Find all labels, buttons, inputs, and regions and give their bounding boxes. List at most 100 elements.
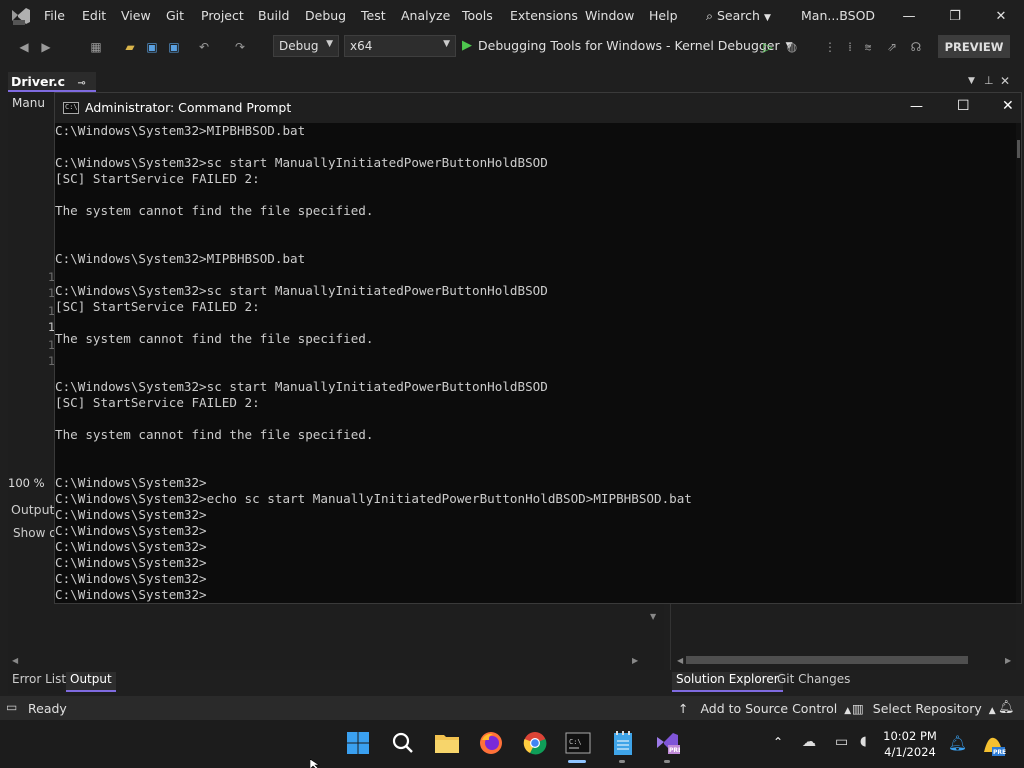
visual-studio-logo-icon[interactable] [10,6,32,26]
start-without-debugging-icon[interactable]: ▷ [760,39,776,55]
close-icon[interactable]: ✕ [1000,74,1010,88]
visual-studio-icon[interactable]: PRE [652,728,682,758]
chrome-icon[interactable] [520,728,550,758]
step-icon[interactable]: ⋮ [822,39,838,55]
menu-help[interactable]: Help [649,8,678,23]
new-project-icon[interactable]: ▦ [88,39,104,55]
notification-bell-icon[interactable]: 🔔︎ [948,734,967,752]
zoom-level[interactable]: 100 % [8,476,45,490]
search-label: Search [717,8,760,23]
console-line: C:\Windows\System32> [55,475,207,490]
tab-solution-explorer[interactable]: Solution Explorer [672,672,783,692]
cmd-window-title: Administrator: Command Prompt [85,100,292,115]
select-repository-button[interactable]: ▥ Select Repository ▲ [852,701,996,716]
console-line: C:\Windows\System32> [55,571,207,586]
output-panel [8,604,664,670]
tab-git-changes[interactable]: Git Changes [773,672,854,692]
format-icon[interactable]: ⩬ [860,39,876,55]
clock-time: 10:02 PM [883,729,937,743]
maximize-icon[interactable]: ☐ [957,98,970,114]
start-debugging-button[interactable]: ▶ Debugging Tools for Windows - Kernel D… [462,38,793,53]
file-explorer-icon[interactable] [432,728,462,758]
preview-badge[interactable]: PREVIEW [938,35,1010,58]
console-scrollbar-thumb[interactable] [1017,140,1020,158]
menu-file[interactable]: File [44,8,65,23]
menu-analyze[interactable]: Analyze [401,8,450,23]
console-line: C:\Windows\System32> [55,507,207,522]
hot-reload-icon[interactable]: ◍ [784,39,800,55]
add-to-source-control-button[interactable]: ↑ Add to Source Control ▲ [678,701,851,716]
notifications-bell-icon[interactable]: 🔔︎ [998,700,1015,715]
share-icon[interactable]: ⇗ [884,39,900,55]
redo-icon[interactable]: ↷ [232,39,248,55]
save-all-icon[interactable]: ▣ [166,39,182,55]
terminal-icon[interactable]: C:\ [563,728,593,758]
restore-icon[interactable]: ❐ [932,0,978,32]
status-ready: Ready [28,701,67,716]
tab-output[interactable]: Output [66,672,116,692]
breakpoint-icon[interactable]: ⁞ [842,39,858,55]
tab-error-list[interactable]: Error List [8,672,70,692]
back-icon[interactable]: ◀ [16,39,32,55]
copilot-preview-icon[interactable]: PRE [980,732,1006,761]
forward-icon[interactable]: ▶ [38,39,54,55]
close-icon[interactable]: ✕ [1002,98,1014,114]
active-app-indicator [568,760,586,763]
console-line: C:\Windows\System32>sc start ManuallyIni… [55,379,548,394]
feedback-icon[interactable]: ☊ [908,39,924,55]
tool-window-dropdown-icon[interactable]: ▼ [968,76,975,86]
console-line: C:\Windows\System32>echo sc start Manual… [55,491,692,506]
close-icon[interactable]: ✕ [978,0,1024,32]
menu-window[interactable]: Window [585,8,634,23]
document-tab-strip [0,70,1024,94]
menu-build[interactable]: Build [258,8,289,23]
svg-text:C:\: C:\ [569,738,582,746]
console-line: The system cannot find the file specifie… [55,427,374,442]
minimize-icon[interactable]: — [886,0,932,32]
menu-debug[interactable]: Debug [305,8,346,23]
scroll-left-icon[interactable]: ◀ [677,656,683,665]
console-output[interactable]: C:\Windows\System32>MIPBHBSOD.bat C:\Wind… [55,123,1015,603]
save-icon[interactable]: ▣ [144,39,160,55]
minimize-icon[interactable]: — [910,99,923,114]
scroll-left-icon[interactable]: ◀ [12,656,18,665]
menu-project[interactable]: Project [201,8,244,23]
clock-date: 4/1/2024 [884,745,936,759]
menu-test[interactable]: Test [361,8,386,23]
menu-view[interactable]: View [121,8,151,23]
menu-git[interactable]: Git [166,8,184,23]
vs-search-button[interactable]: ⌕ Search ▼ [706,8,771,24]
scroll-right-icon[interactable]: ▶ [1005,656,1011,665]
taskbar-clock[interactable]: 10:02 PM 4/1/2024 [880,728,940,760]
notepad-icon[interactable] [608,728,638,758]
firefox-icon[interactable] [476,728,506,758]
cloud-icon[interactable]: ☁ [802,734,816,750]
network-icon[interactable]: ▭ [835,734,848,750]
pin-icon[interactable]: ⊸ [77,78,85,89]
console-scrollbar[interactable] [1016,123,1021,603]
tab-driver-c[interactable]: Driver.c ⊸ [8,72,96,92]
platform-dropdown[interactable]: x64 ▼ [344,35,456,57]
nav-dropdown[interactable]: Manu [12,96,45,110]
horizontal-scrollbar[interactable] [686,656,968,664]
volume-icon[interactable]: ◖ [860,734,867,749]
scroll-right-icon[interactable]: ▶ [632,656,638,665]
menu-edit[interactable]: Edit [82,8,106,23]
solution-config-dropdown[interactable]: Debug ▼ [273,35,339,57]
menu-tools[interactable]: Tools [462,8,493,23]
pin-icon[interactable]: ⊥ [984,74,994,87]
scroll-down-icon[interactable]: ▼ [650,612,656,621]
open-folder-icon[interactable]: ▰ [122,39,138,55]
search-icon[interactable] [388,728,418,758]
chevron-up-icon[interactable]: ⌃ [773,735,783,749]
undo-icon[interactable]: ↶ [196,39,212,55]
menu-extensions[interactable]: Extensions [510,8,578,23]
windows-start-icon[interactable] [343,728,373,758]
